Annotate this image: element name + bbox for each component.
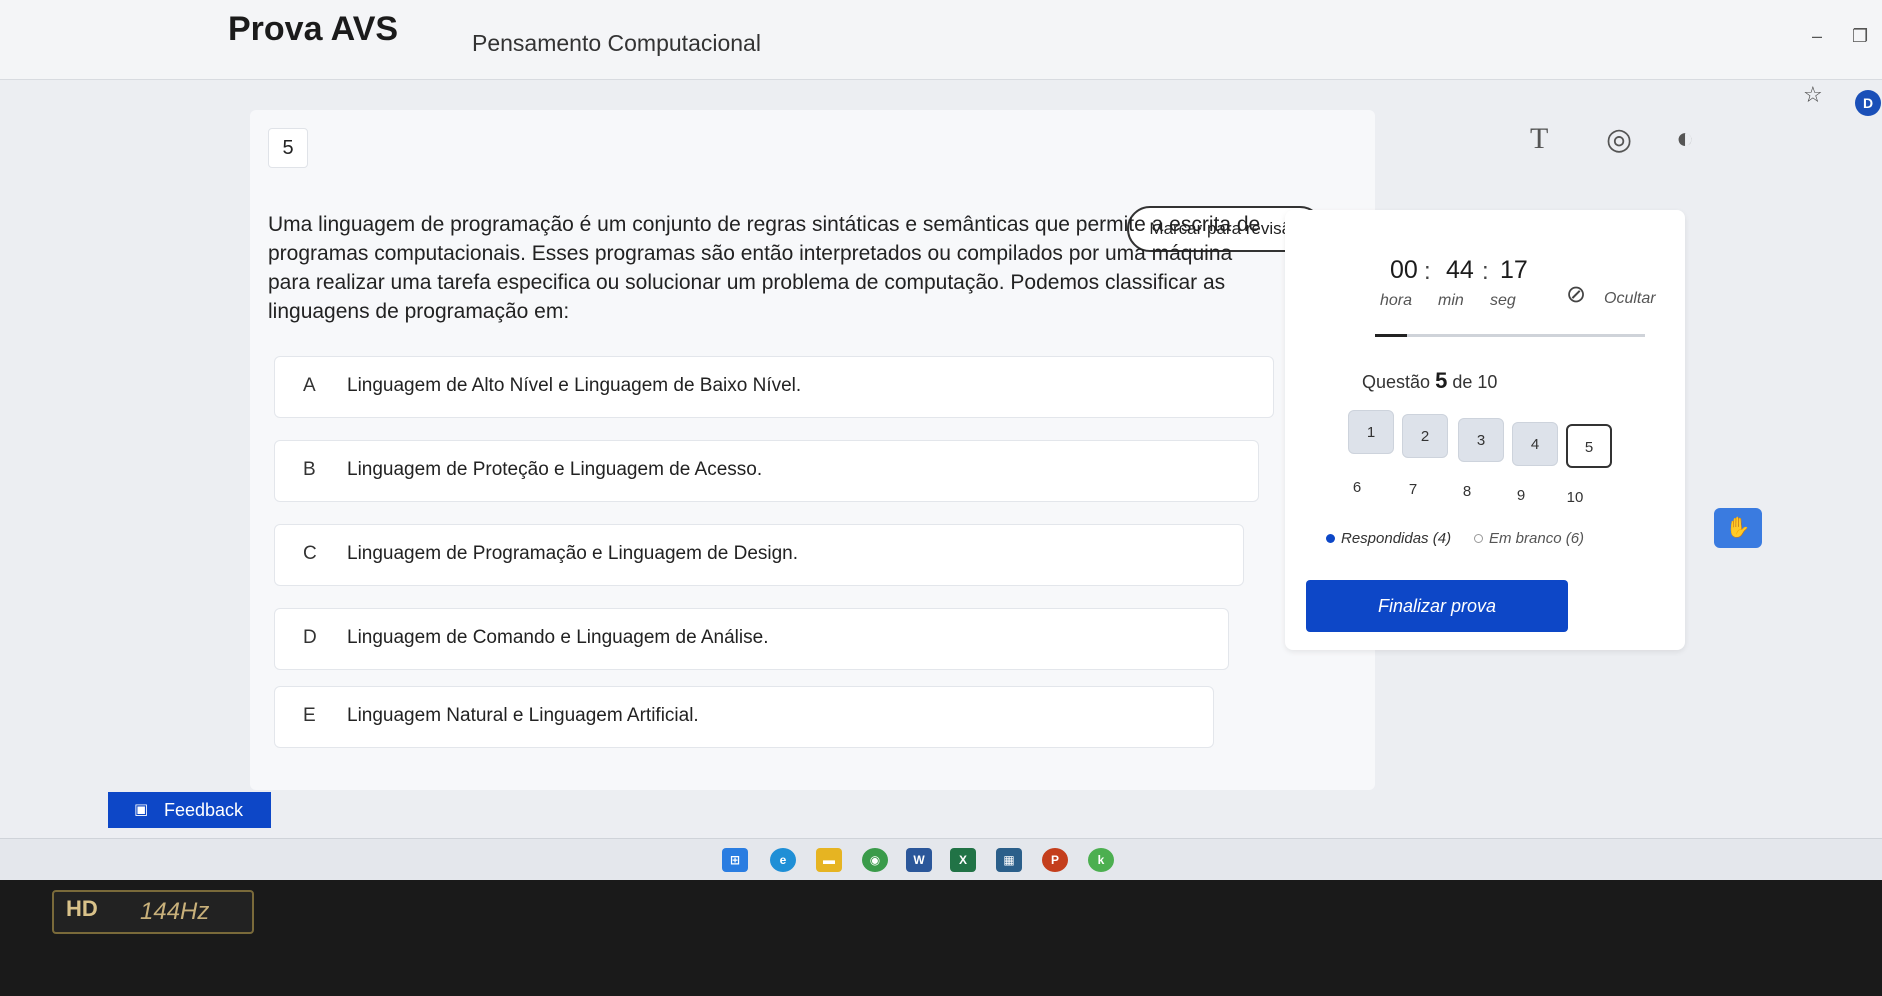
finish-exam-button[interactable]: Finalizar prova bbox=[1306, 580, 1568, 632]
taskbar bbox=[0, 838, 1882, 880]
question-nav-9[interactable]: 9 bbox=[1498, 474, 1544, 518]
timer-seconds-label: seg bbox=[1490, 292, 1516, 309]
powerpoint-icon[interactable]: P bbox=[1042, 848, 1068, 872]
question-stem: Uma linguagem de programação é um conjun… bbox=[268, 213, 1261, 323]
blank-dot-icon bbox=[1474, 534, 1483, 543]
chrome-icon[interactable]: ◉ bbox=[862, 848, 888, 872]
accessibility-button[interactable]: ✋ bbox=[1714, 508, 1762, 548]
star-icon[interactable]: ☆ bbox=[1803, 82, 1823, 108]
option-letter: A bbox=[303, 375, 316, 396]
timer-separator: : bbox=[1424, 258, 1431, 285]
option-letter: E bbox=[303, 705, 316, 726]
option-text: Linguagem Natural e Linguagem Artificial… bbox=[347, 705, 699, 726]
question-nav-7[interactable]: 7 bbox=[1390, 468, 1436, 512]
file-explorer-icon[interactable]: ▬ bbox=[816, 848, 842, 872]
question-nav-8[interactable]: 8 bbox=[1444, 470, 1490, 514]
page-title: Prova AVS bbox=[228, 10, 399, 48]
progress-suffix: de 10 bbox=[1452, 372, 1498, 392]
question-nav-10[interactable]: 10 bbox=[1552, 476, 1598, 520]
legend-blank-label: Em branco (6) bbox=[1489, 530, 1585, 547]
timer-seconds: 17 bbox=[1500, 256, 1528, 284]
option-text: Linguagem de Proteção e Linguagem de Ace… bbox=[347, 459, 763, 480]
timer-progress-bar bbox=[1375, 334, 1645, 337]
question-nav-2[interactable]: 2 bbox=[1402, 414, 1448, 458]
question-progress: Questão 5 de 10 bbox=[1362, 368, 1497, 394]
legend-blank: Em branco (6) bbox=[1474, 530, 1584, 547]
legend-answered-label: Respondidas (4) bbox=[1341, 530, 1452, 547]
calculator-icon[interactable]: ▦ bbox=[996, 848, 1022, 872]
option-letter: C bbox=[303, 543, 317, 564]
windows-start-icon[interactable]: ⊞ bbox=[722, 848, 748, 872]
answered-dot-icon bbox=[1326, 534, 1335, 543]
timer-hours-label: hora bbox=[1380, 292, 1413, 309]
option-c[interactable]: C Linguagem de Programação e Linguagem d… bbox=[274, 524, 1244, 586]
badge-hd: HD bbox=[66, 896, 98, 921]
option-e[interactable]: E Linguagem Natural e Linguagem Artifici… bbox=[274, 686, 1214, 748]
question-nav-5[interactable]: 5 bbox=[1566, 424, 1612, 468]
feedback-button[interactable]: ▣ Feedback bbox=[108, 792, 271, 828]
course-title: Pensamento Computacional bbox=[472, 30, 761, 56]
excel-icon[interactable]: X bbox=[950, 848, 976, 872]
question-nav-4[interactable]: 4 bbox=[1512, 422, 1558, 466]
option-b[interactable]: B Linguagem de Proteção e Linguagem de A… bbox=[274, 440, 1259, 502]
question-nav-3[interactable]: 3 bbox=[1458, 418, 1504, 462]
restore-icon[interactable]: ❐ bbox=[1852, 26, 1868, 47]
timer-separator: : bbox=[1482, 258, 1489, 285]
target-icon[interactable]: ◎ bbox=[1606, 122, 1632, 157]
minimize-icon[interactable]: – bbox=[1812, 26, 1822, 47]
badge-refresh-rate: 144Hz bbox=[140, 898, 210, 925]
feedback-label: Feedback bbox=[164, 800, 244, 820]
text-size-icon[interactable]: T bbox=[1530, 122, 1548, 156]
timer-hours: 00 bbox=[1390, 256, 1418, 284]
option-text: Linguagem de Comando e Linguagem de Anál… bbox=[347, 627, 769, 648]
hide-timer-button[interactable]: Ocultar bbox=[1604, 290, 1656, 308]
screen: Prova AVS Pensamento Computacional – ❐ ☆… bbox=[0, 0, 1882, 880]
edge-browser-icon[interactable]: e bbox=[770, 848, 796, 872]
top-bar: Prova AVS Pensamento Computacional – ❐ bbox=[0, 0, 1882, 80]
feedback-icon: ▣ bbox=[134, 801, 149, 818]
app-k-icon[interactable]: k bbox=[1088, 848, 1114, 872]
timer-minutes: 44 bbox=[1446, 256, 1474, 284]
progress-prefix: Questão bbox=[1362, 372, 1431, 392]
timer-progress-fill bbox=[1375, 334, 1408, 337]
question-number: 5 bbox=[268, 128, 308, 168]
word-icon[interactable]: W bbox=[906, 848, 932, 872]
avatar[interactable]: D bbox=[1855, 90, 1881, 116]
option-d[interactable]: D Linguagem de Comando e Linguagem de An… bbox=[274, 608, 1229, 670]
option-letter: D bbox=[303, 627, 317, 648]
option-text: Linguagem de Programação e Linguagem de … bbox=[347, 543, 799, 564]
legend-answered: Respondidas (4) bbox=[1326, 530, 1451, 547]
eye-off-icon[interactable]: ⊘ bbox=[1566, 280, 1586, 309]
contrast-icon[interactable]: ◐ bbox=[1676, 122, 1694, 156]
option-text: Linguagem de Alto Nível e Linguagem de B… bbox=[347, 375, 802, 396]
progress-current: 5 bbox=[1435, 368, 1448, 393]
question-nav-6[interactable]: 6 bbox=[1334, 466, 1380, 510]
question-nav-1[interactable]: 1 bbox=[1348, 410, 1394, 454]
option-a[interactable]: A Linguagem de Alto Nível e Linguagem de… bbox=[274, 356, 1274, 418]
option-letter: B bbox=[303, 459, 316, 480]
timer-minutes-label: min bbox=[1438, 292, 1464, 309]
